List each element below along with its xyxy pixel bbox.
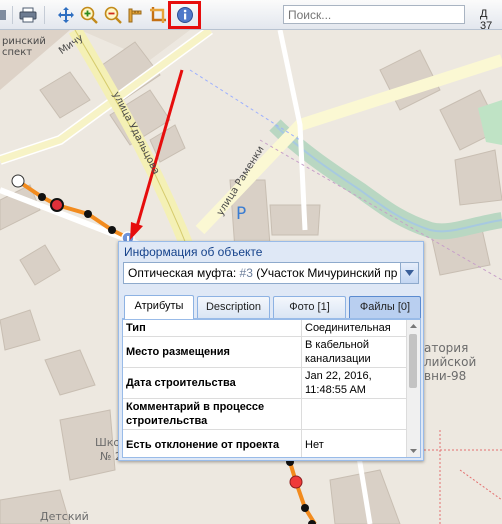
table-row: Место размещения В кабельной канализации <box>123 336 407 368</box>
pan-icon[interactable] <box>56 5 76 25</box>
toolbar-separator <box>44 6 45 24</box>
measure-icon[interactable] <box>126 5 146 25</box>
attribute-key: Комментарий в процессе строительства <box>123 398 302 430</box>
tab-photo[interactable]: Фото [1] <box>273 296 346 318</box>
object-name-text: (Участок Мичуринский пр <box>252 266 398 280</box>
scrollbar-thumb[interactable] <box>409 334 417 388</box>
object-select[interactable]: Оптическая муфта: #3 (Участок Мичурински… <box>123 262 419 284</box>
tab-description[interactable]: Description <box>197 296 270 318</box>
attribute-value: Нет <box>301 429 407 457</box>
lab-label-3: вни-98 <box>424 369 467 383</box>
hidden-button-icon[interactable] <box>0 5 8 25</box>
attribute-key: Дата строительства <box>123 367 302 399</box>
attribute-key: Есть отклонение от проекта <box>123 429 302 457</box>
attribute-value: Jan 22, 2016, 11:48:55 AM <box>301 367 407 399</box>
table-row: Дата строительства Jan 22, 2016, 11:48:5… <box>123 367 407 399</box>
object-type-text: Оптическая муфта: <box>128 266 240 280</box>
lab-label-2: лийской <box>424 355 477 369</box>
tab-files[interactable]: Файлы [0] <box>349 296 421 318</box>
attributes-grid: Тип Соединительная Место размещения В ка… <box>122 319 421 458</box>
scroll-up-icon[interactable] <box>407 321 420 331</box>
object-info-popup[interactable]: Информация об объекте Оптическая муфта: … <box>118 241 424 461</box>
attribute-value: В кабельной канализации <box>301 336 407 368</box>
search-input[interactable] <box>283 5 465 24</box>
table-row: Тип Соединительная <box>123 320 407 337</box>
kindergarten-label: Детский <box>40 510 89 523</box>
coordinate-readout: Д 37 <box>480 8 493 32</box>
grid-scrollbar[interactable] <box>406 320 420 457</box>
map-toolbar: Д 37 <box>0 0 502 32</box>
object-select-value: Оптическая муфта: #3 (Участок Мичурински… <box>128 266 398 280</box>
zoom-out-icon[interactable] <box>103 5 123 25</box>
tab-attributes[interactable]: Атрибуты <box>124 295 194 319</box>
attribute-value <box>301 398 407 430</box>
attribute-value: Соединительная <box>301 320 407 337</box>
chevron-down-icon[interactable] <box>400 263 418 283</box>
printer-icon[interactable] <box>18 5 38 25</box>
popup-title: Информация об объекте <box>124 245 263 259</box>
attribute-key: Место размещения <box>123 336 302 368</box>
popup-tab-bar: Атрибуты Description Фото [1] Файлы [0] <box>122 294 421 319</box>
crop-icon[interactable] <box>148 5 168 25</box>
parking-label: P <box>236 204 247 224</box>
attribute-key: Тип <box>123 320 302 337</box>
lab-label-1: атория <box>424 341 469 355</box>
object-id-text: #3 <box>239 266 253 280</box>
info-button-highlight <box>168 1 201 29</box>
toolbar-separator <box>12 6 13 24</box>
attributes-table: Тип Соединительная Место размещения В ка… <box>123 320 407 457</box>
zoom-in-icon[interactable] <box>79 5 99 25</box>
scroll-down-icon[interactable] <box>407 446 420 456</box>
table-row: Есть отклонение от проекта Нет <box>123 429 407 457</box>
prospect-label: ринский спект <box>2 36 46 58</box>
table-row: Комментарий в процессе строительства <box>123 398 407 430</box>
